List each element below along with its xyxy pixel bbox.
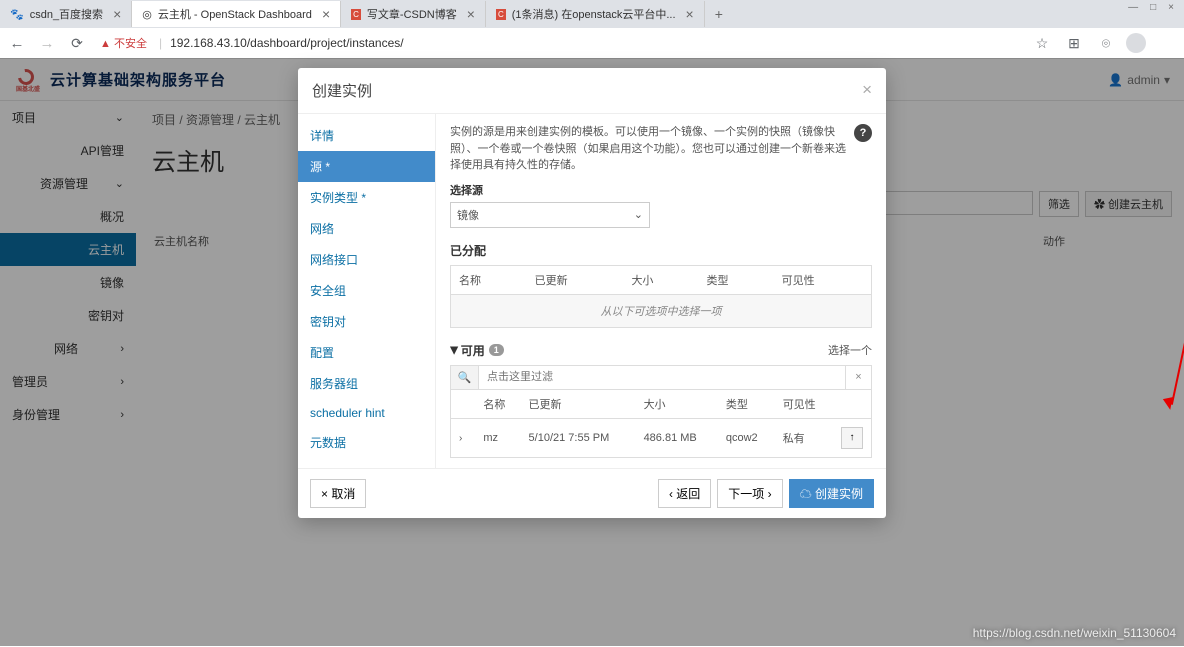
chevron-down-icon: ⌄ [634, 208, 643, 221]
clear-icon[interactable]: × [845, 366, 871, 389]
available-table: 名称 已更新 大小 类型 可见性 › mz 5/10/21 7:55 PM 48… [450, 390, 872, 458]
launch-button[interactable]: ☁ 创建实例 [789, 479, 874, 508]
expand-icon[interactable]: › [459, 433, 462, 444]
extension-icon[interactable]: ⌾ [1094, 35, 1118, 52]
wizard-nav: 详情 源 * 实例类型 * 网络 网络接口 安全组 密钥对 配置 服务器组 sc… [298, 114, 436, 468]
available-heading[interactable]: ▶ 可用 1 选择一个 [450, 342, 872, 359]
allocated-table: 名称 已更新 大小 类型 可见性 从以下可选项中选择一项 [450, 265, 872, 328]
wizard-step-details[interactable]: 详情 [298, 120, 435, 151]
filter-input[interactable] [479, 366, 845, 389]
cell-updated: 5/10/21 7:55 PM [521, 418, 636, 457]
close-icon[interactable]: × [322, 6, 330, 22]
wizard-step-ports[interactable]: 网络接口 [298, 244, 435, 275]
help-icon[interactable]: ? [854, 124, 872, 142]
close-icon[interactable]: × [467, 6, 475, 22]
cancel-button[interactable]: × 取消 [310, 479, 366, 508]
choose-one-label: 选择一个 [828, 342, 872, 358]
cell-size: 486.81 MB [636, 418, 718, 457]
watermark: https://blog.csdn.net/weixin_51130604 [973, 626, 1176, 640]
reload-button[interactable]: ⟳ [66, 35, 88, 52]
wizard-step-scheduler[interactable]: scheduler hint [298, 399, 435, 427]
address-bar[interactable]: 192.168.43.10/dashboard/project/instance… [170, 36, 1022, 50]
description-text: 实例的源是用来创建实例的模板。可以使用一个镜像、一个实例的快照（镜像快照）、一个… [450, 124, 872, 174]
allocated-heading: 已分配 [450, 242, 872, 259]
tab-title: 云主机 - OpenStack Dashboard [158, 6, 312, 22]
tab-title: (1条消息) 在openstack云平台中... [512, 6, 676, 22]
prev-button[interactable]: ‹ 返回 [658, 479, 711, 508]
back-button[interactable]: ← [6, 35, 28, 52]
wizard-step-networks[interactable]: 网络 [298, 213, 435, 244]
cell-visibility: 私有 [775, 418, 833, 457]
minimize-icon: — [1128, 2, 1138, 13]
tab-title: 写文章-CSDN博客 [367, 6, 457, 22]
cell-type: qcow2 [718, 418, 775, 457]
wizard-step-servergroup[interactable]: 服务器组 [298, 368, 435, 399]
cell-name: mz [475, 418, 520, 457]
wizard-step-config[interactable]: 配置 [298, 337, 435, 368]
close-icon: × [1168, 2, 1174, 13]
forward-button[interactable]: → [36, 35, 58, 52]
wizard-step-secgroups[interactable]: 安全组 [298, 275, 435, 306]
browser-tab[interactable]: 🐾csdn_百度搜索× [0, 1, 132, 27]
new-tab-button[interactable]: + [705, 2, 733, 26]
allocate-button[interactable]: ↑ [841, 427, 863, 449]
avatar[interactable] [1126, 33, 1146, 53]
window-controls[interactable]: — □ × [1122, 0, 1180, 15]
table-row: › mz 5/10/21 7:55 PM 486.81 MB qcow2 私有 … [451, 418, 872, 457]
next-button[interactable]: 下一项 › [717, 479, 782, 508]
extension-icon[interactable]: ⊞ [1062, 35, 1086, 52]
browser-tabs: 🐾csdn_百度搜索× ◎云主机 - OpenStack Dashboard× … [0, 0, 1184, 28]
wizard-step-keypair[interactable]: 密钥对 [298, 306, 435, 337]
security-indicator[interactable]: ▲ 不安全 [96, 35, 151, 51]
close-icon[interactable]: × [113, 6, 121, 22]
filter-row: 🔍 × [450, 365, 872, 390]
caret-icon: ▶ [448, 346, 459, 354]
maximize-icon: □ [1150, 2, 1156, 13]
modal-title: 创建实例 [312, 80, 372, 101]
tab-title: csdn_百度搜索 [30, 6, 103, 22]
empty-message: 从以下可选项中选择一项 [451, 294, 872, 327]
source-label: 选择源 [450, 182, 872, 198]
star-icon[interactable]: ☆ [1030, 35, 1054, 52]
launch-instance-modal: 创建实例 × 详情 源 * 实例类型 * 网络 网络接口 安全组 密钥对 配置 … [298, 68, 886, 518]
browser-tab[interactable]: C写文章-CSDN博客× [341, 1, 486, 27]
browser-tab[interactable]: ◎云主机 - OpenStack Dashboard× [132, 1, 341, 27]
browser-tab[interactable]: C(1条消息) 在openstack云平台中...× [486, 1, 705, 27]
wizard-step-flavor[interactable]: 实例类型 * [298, 182, 435, 213]
close-icon[interactable]: × [686, 6, 694, 22]
wizard-step-metadata[interactable]: 元数据 [298, 427, 435, 458]
wizard-step-source[interactable]: 源 * [298, 151, 435, 182]
count-badge: 1 [489, 344, 504, 356]
search-icon: 🔍 [451, 366, 479, 389]
close-icon[interactable]: × [862, 80, 872, 101]
source-select[interactable]: 镜像 ⌄ [450, 202, 650, 228]
